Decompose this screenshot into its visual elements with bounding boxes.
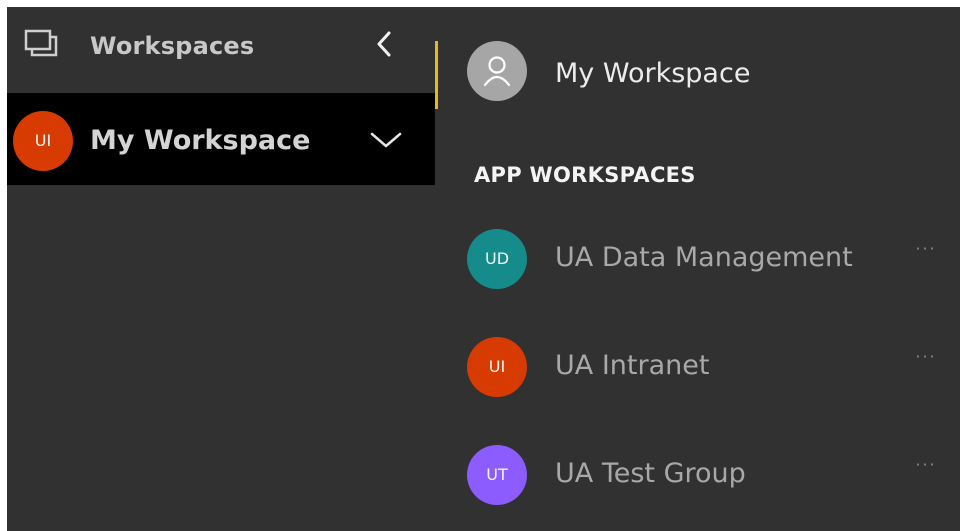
avatar bbox=[467, 41, 527, 101]
more-options-button[interactable]: ··· bbox=[909, 453, 943, 477]
my-workspace-item[interactable]: My Workspace bbox=[435, 35, 960, 119]
person-icon bbox=[483, 56, 511, 87]
workspace-label: UA Test Group bbox=[555, 458, 746, 489]
workspaces-icon bbox=[24, 29, 62, 61]
selected-workspace[interactable]: UI My Workspace bbox=[7, 93, 435, 185]
nav-title: Workspaces bbox=[90, 32, 255, 60]
workspace-item-ua-test-group[interactable]: UT UA Test Group ··· bbox=[435, 435, 960, 515]
chevron-down-icon bbox=[370, 132, 402, 148]
workspace-item-ua-data-management[interactable]: UD UA Data Management ··· bbox=[435, 219, 960, 299]
selected-workspace-label: My Workspace bbox=[90, 125, 311, 156]
nav-pane: Workspaces UI My Workspace bbox=[7, 7, 435, 531]
workspace-label: UA Data Management bbox=[555, 242, 853, 273]
avatar: UD bbox=[467, 229, 527, 289]
avatar: UI bbox=[13, 111, 73, 171]
chevron-left-icon bbox=[377, 31, 391, 57]
expand-button[interactable] bbox=[366, 120, 406, 160]
nav-header: Workspaces bbox=[7, 7, 435, 93]
workspace-item-ua-intranet[interactable]: UI UA Intranet ··· bbox=[435, 327, 960, 407]
collapse-button[interactable] bbox=[365, 25, 405, 65]
my-workspace-label: My Workspace bbox=[555, 58, 751, 89]
avatar: UI bbox=[467, 337, 527, 397]
workspace-label: UA Intranet bbox=[555, 350, 710, 381]
more-options-button[interactable]: ··· bbox=[909, 345, 943, 369]
workspaces-panel: Workspaces UI My Workspace My Workspace … bbox=[7, 7, 960, 531]
more-options-button[interactable]: ··· bbox=[909, 237, 943, 261]
section-heading: APP WORKSPACES bbox=[474, 163, 696, 187]
avatar: UT bbox=[467, 445, 527, 505]
workspace-flyout: My Workspace APP WORKSPACES UD UA Data M… bbox=[435, 7, 960, 531]
